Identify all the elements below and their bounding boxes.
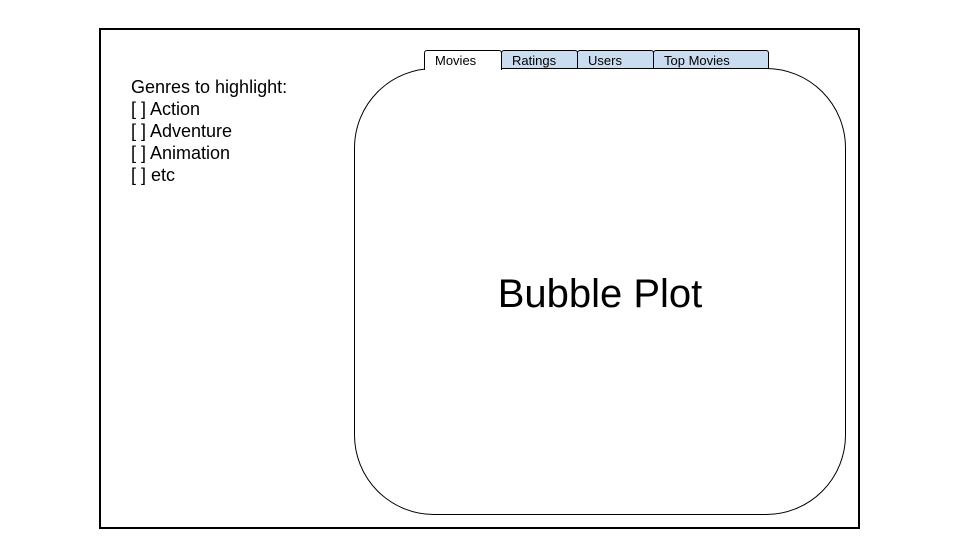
genre-filter-heading: Genres to highlight: [131, 77, 288, 97]
genre-filter-panel: Genres to highlight: [ ] Action [ ] Adve… [131, 76, 341, 186]
tab-movies[interactable]: Movies [424, 50, 502, 70]
bubble-plot-panel: Bubble Plot [354, 68, 846, 515]
genre-checkbox-adventure[interactable]: [ ] Adventure [131, 120, 341, 142]
bubble-plot-placeholder: Bubble Plot [497, 272, 703, 316]
genre-checkbox-animation[interactable]: [ ] Animation [131, 142, 341, 164]
tab-users[interactable]: Users [577, 50, 654, 70]
tab-ratings[interactable]: Ratings [501, 50, 578, 70]
genre-checkbox-action[interactable]: [ ] Action [131, 98, 341, 120]
genre-checkbox-etc[interactable]: [ ] etc [131, 164, 341, 186]
tab-top-movies[interactable]: Top Movies [653, 50, 769, 70]
